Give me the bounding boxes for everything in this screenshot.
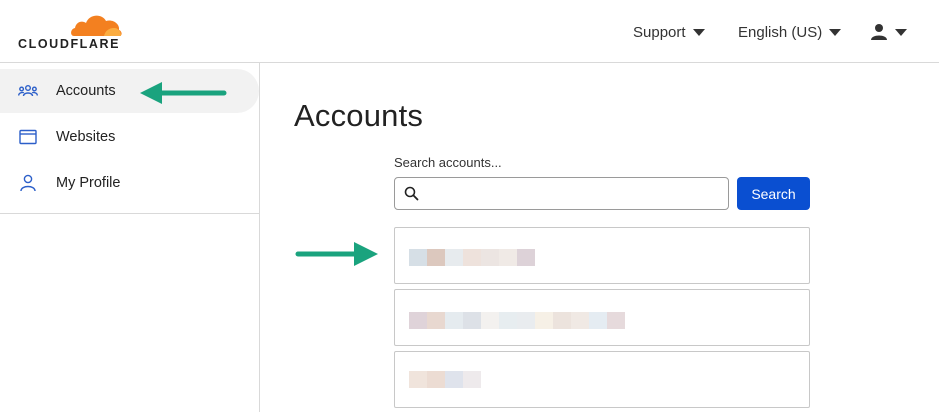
caret-down-icon [895,29,907,36]
redacted-account-name [409,312,625,329]
search-input[interactable] [425,181,720,206]
page-title: Accounts [294,98,424,133]
sidebar: Accounts Websites My Profile [0,63,260,412]
caret-down-icon [692,29,705,36]
language-label: English (US) [738,23,823,41]
sidebar-item-my-profile[interactable]: My Profile [0,161,259,205]
support-menu[interactable]: Support [633,21,705,43]
user-icon [871,24,887,40]
accounts-icon [18,81,38,101]
redacted-account-name [409,371,481,388]
sidebar-item-websites[interactable]: Websites [0,115,259,159]
account-card[interactable] [394,227,810,284]
sidebar-divider [0,213,259,214]
search-label: Search accounts... [394,155,502,170]
caret-down-icon [829,29,842,36]
annotation-arrow-right-icon [295,242,378,266]
cloud-logo-icon [71,15,122,36]
browser-window-icon [18,127,38,147]
redacted-account-name [409,249,535,266]
account-card[interactable] [394,351,810,408]
logo-text: CLOUDFLARE [18,37,121,51]
top-header: CLOUDFLARE Support English (US) [0,0,939,63]
sidebar-item-label: Accounts [56,83,116,99]
user-outline-icon [18,173,38,193]
annotation-arrow-left-icon [140,82,227,104]
language-menu[interactable]: English (US) [738,21,842,43]
search-icon [404,186,419,201]
search-field[interactable] [394,177,729,210]
sidebar-item-label: Websites [56,129,116,145]
search-button[interactable]: Search [737,177,810,210]
cloudflare-logo[interactable]: CLOUDFLARE [16,10,126,52]
user-menu[interactable] [870,21,907,43]
support-label: Support [633,23,686,41]
account-card[interactable] [394,289,810,346]
sidebar-item-label: My Profile [56,175,121,191]
